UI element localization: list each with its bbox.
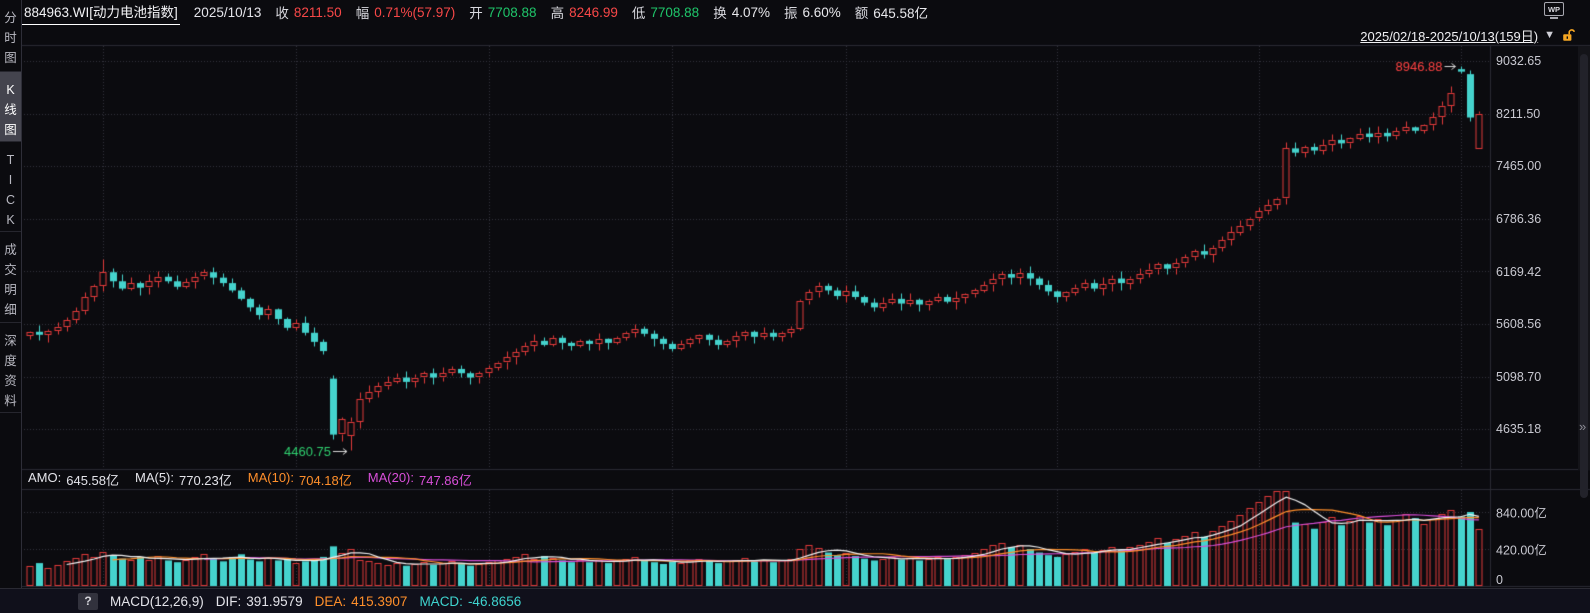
amo-readout: AMO: 645.58亿 <box>28 470 119 489</box>
turnover-value: 4.07% <box>732 5 770 20</box>
wp-monitor-icon[interactable]: WP <box>1544 2 1564 19</box>
vol-ma10-readout: MA(10): 704.18亿 <box>248 470 352 489</box>
low-value: 7708.88 <box>650 5 699 20</box>
range-toolbar: 2025/02/18-2025/10/13(159日) ▼ <box>22 25 1590 45</box>
sidebar-tab-trade-detail[interactable]: 成 交 明 细 <box>0 232 21 323</box>
price-tick-label: 9032.65 <box>1496 54 1541 68</box>
unlock-icon[interactable] <box>1561 28 1576 43</box>
trade-date: 2025/10/13 <box>194 5 262 20</box>
field-low: 低 7708.88 <box>632 2 699 22</box>
kline-chart-canvas[interactable] <box>0 0 1590 612</box>
sidebar-tab-minute-chart[interactable]: 分 时 图 <box>0 0 21 72</box>
price-tick-label: 7465.00 <box>1496 159 1541 173</box>
field-change: 幅 0.71%(57.97) <box>356 2 456 22</box>
price-tick-label: 6169.42 <box>1496 265 1541 279</box>
price-tick-label: 6786.36 <box>1496 212 1541 226</box>
dif-readout: DIF: 391.9579 <box>216 594 303 609</box>
field-turnover: 换 4.07% <box>713 2 770 22</box>
help-button[interactable]: ? <box>78 593 98 610</box>
symbol-title[interactable]: 884963.WI[动力电池指数] <box>22 0 180 25</box>
vol-ma20-readout: MA(20): 747.86亿 <box>368 470 472 489</box>
dea-readout: DEA: 415.3907 <box>315 594 408 609</box>
amplitude-value: 6.60% <box>802 5 840 20</box>
change-value: 0.71%(57.97) <box>374 5 455 20</box>
macd-formula[interactable]: MACD(12,26,9) <box>110 594 204 609</box>
date-range-button[interactable]: 2025/02/18-2025/10/13(159日) <box>1360 26 1538 45</box>
price-tick-label: 4635.18 <box>1496 422 1541 436</box>
chevron-down-icon[interactable]: ▼ <box>1544 29 1555 41</box>
price-tick-label: 8211.50 <box>1496 107 1540 121</box>
close-value: 8211.50 <box>294 5 342 20</box>
price-tick-label: 5608.56 <box>1496 317 1541 331</box>
right-scroll-strip[interactable] <box>1578 46 1590 470</box>
sidebar-tab-tick[interactable]: T I C K <box>0 142 21 232</box>
sidebar-tab-depth-info[interactable]: 深 度 资 料 <box>0 323 21 413</box>
field-high: 高 8246.99 <box>551 2 618 22</box>
price-tick-label: 5098.70 <box>1496 370 1541 384</box>
volume-tick-label: 0 <box>1496 573 1503 587</box>
volume-indicator-header: AMO: 645.58亿 MA(5): 770.23亿 MA(10): 704.… <box>22 470 1490 489</box>
macd-readout: MACD: -46.8656 <box>419 594 521 609</box>
open-value: 7708.88 <box>488 5 537 20</box>
field-open: 开 7708.88 <box>469 2 536 22</box>
left-tab-strip: 分 时 图 K 线 图 T I C K 成 交 明 细 深 度 资 料 <box>0 0 22 612</box>
field-close: 收 8211.50 <box>275 2 341 22</box>
sidebar-tab-kline-chart[interactable]: K 线 图 <box>0 72 21 142</box>
quote-header: 884963.WI[动力电池指数] 2025/10/13 收 8211.50 幅… <box>22 0 1590 24</box>
field-amplitude: 振 6.60% <box>784 2 841 22</box>
high-value: 8246.99 <box>569 5 618 20</box>
amount-value: 645.58亿 <box>873 2 928 22</box>
field-amount: 额 645.58亿 <box>855 2 928 22</box>
volume-tick-label: 840.00亿 <box>1496 503 1547 522</box>
expand-more-chevron[interactable]: » <box>1579 419 1586 434</box>
vol-ma5-readout: MA(5): 770.23亿 <box>135 470 232 489</box>
macd-status-bar: ? MACD(12,26,9) DIF: 391.9579 DEA: 415.3… <box>0 588 1590 613</box>
volume-tick-label: 420.00亿 <box>1496 540 1547 559</box>
